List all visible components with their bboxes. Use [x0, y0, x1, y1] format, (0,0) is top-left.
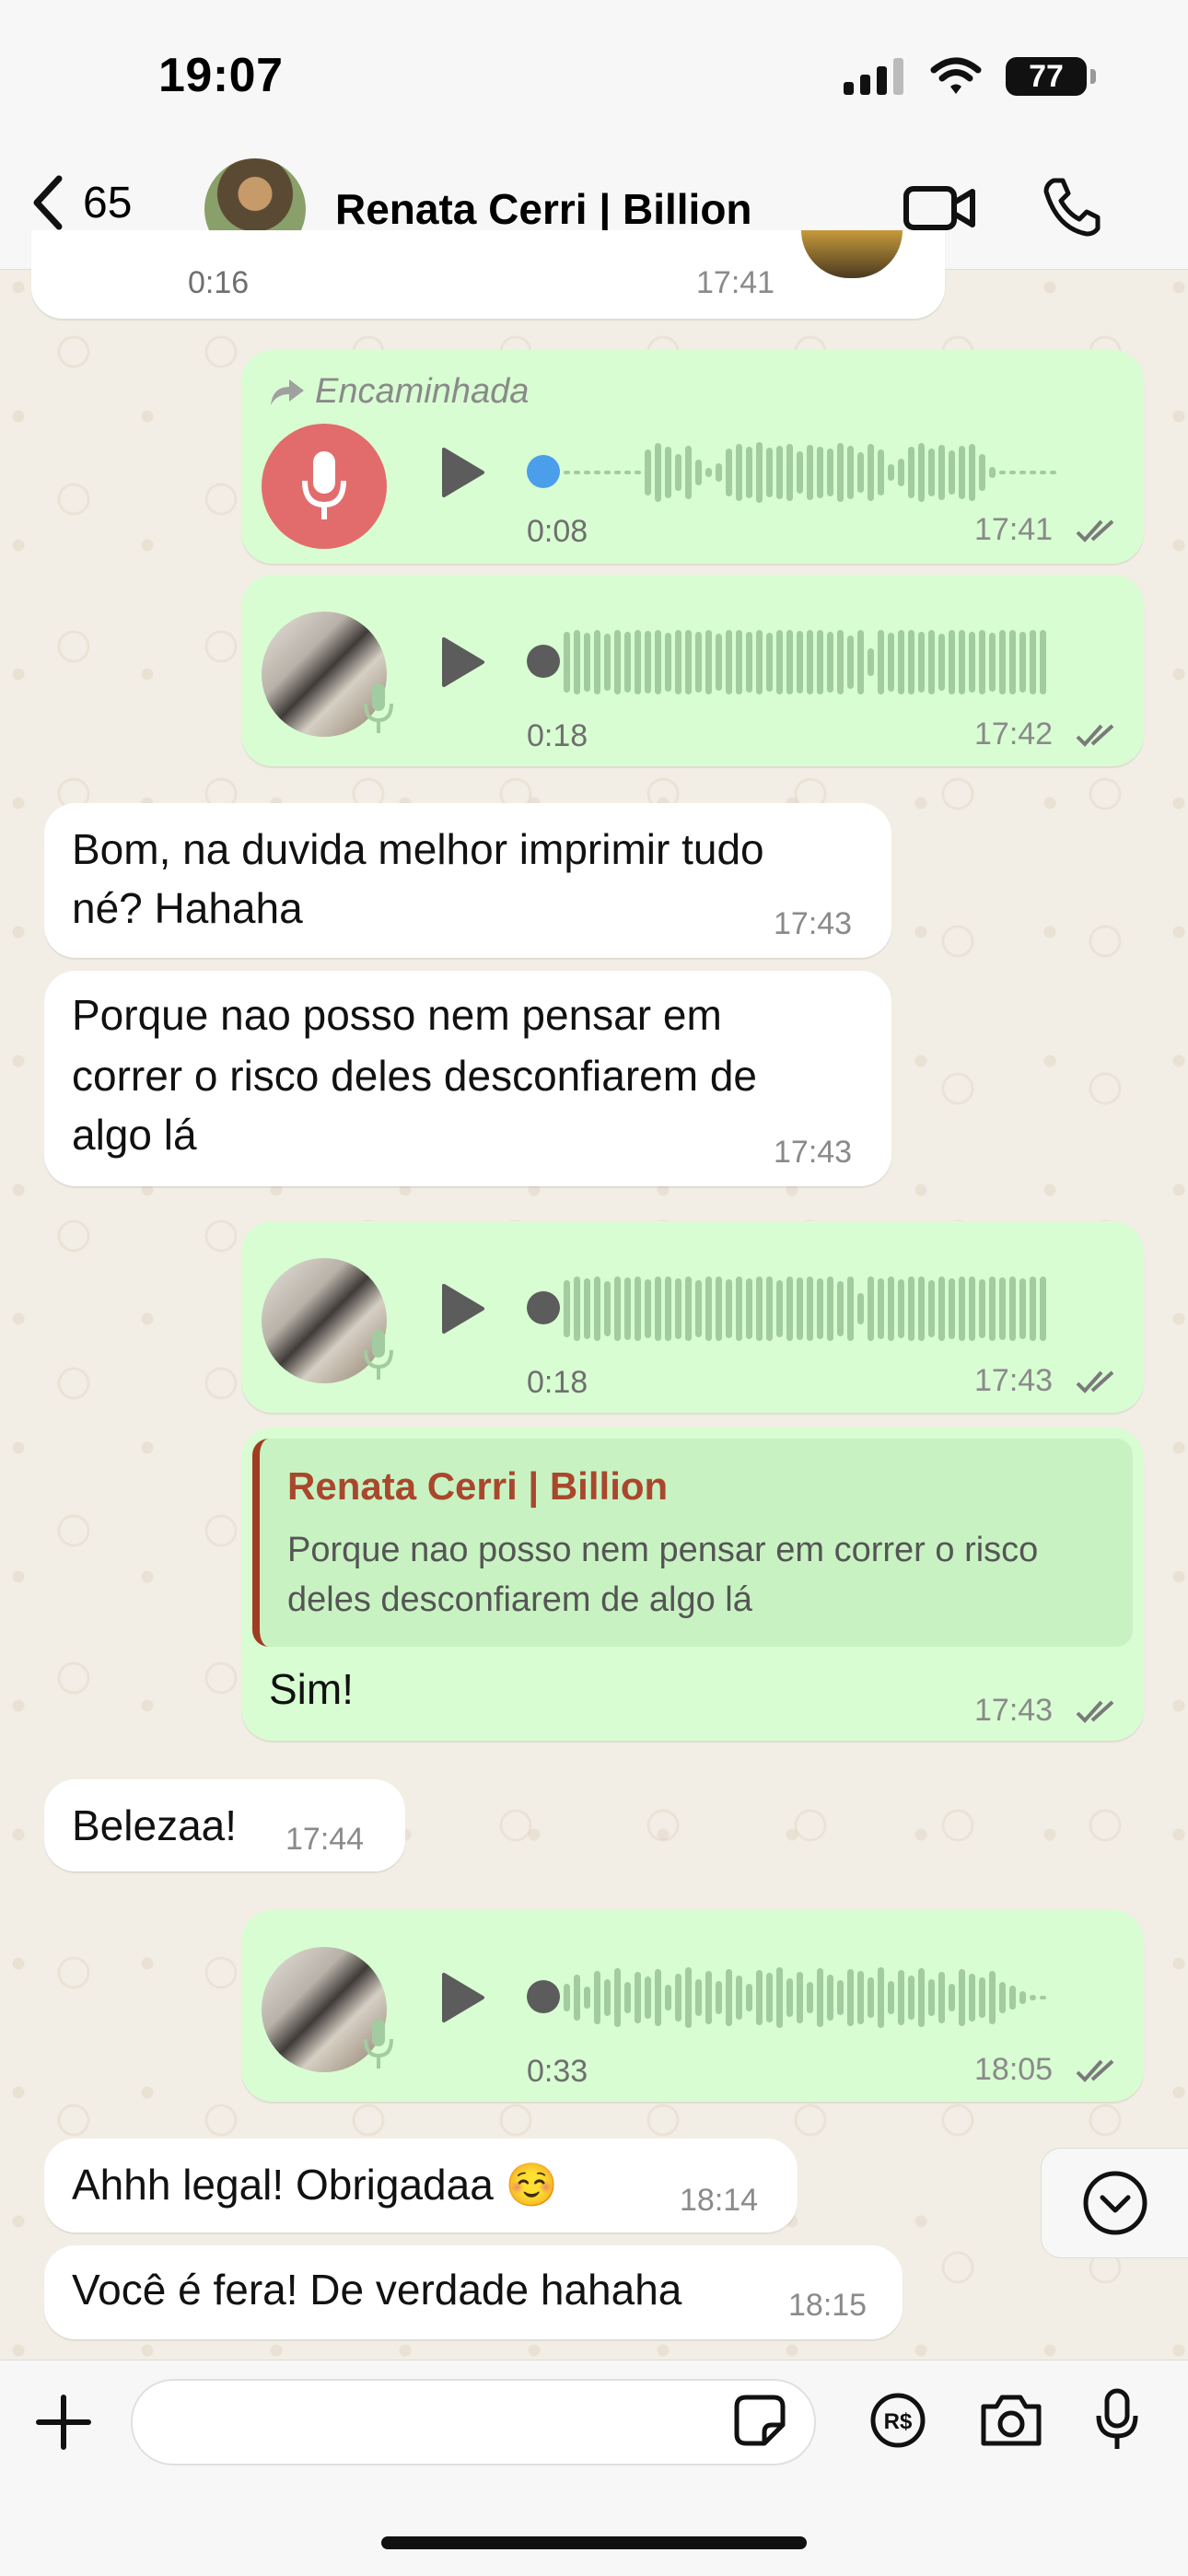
- playback-position[interactable]: [527, 455, 560, 488]
- text-message-incoming[interactable]: Belezaa! 17:44: [44, 1779, 405, 1871]
- message-time: 17:41: [696, 265, 775, 300]
- message-text: Sim!: [269, 1665, 354, 1713]
- mic-icon: [302, 451, 346, 519]
- message-text-line: correr o risco deles desconfiarem de: [72, 1052, 757, 1100]
- message-text: Você é fera! De verdade hahaha: [72, 2266, 682, 2314]
- message-time: 17:41: [974, 512, 1054, 547]
- playback-position[interactable]: [527, 1980, 560, 2013]
- double-check-icon: [1076, 724, 1114, 747]
- message-time: 17:44: [285, 1822, 365, 1857]
- mic-icon: [364, 1330, 393, 1380]
- voice-duration: 0:08: [527, 514, 588, 549]
- message-text-line: Bom, na duvida melhor imprimir tudo: [72, 825, 764, 873]
- chevron-down-icon: [1083, 2171, 1147, 2235]
- message-time: 17:43: [974, 1693, 1054, 1728]
- voice-message-outgoing[interactable]: 0:18 17:43: [241, 1221, 1144, 1413]
- home-indicator[interactable]: [381, 2536, 807, 2549]
- playback-position[interactable]: [527, 645, 560, 678]
- message-time: 18:14: [680, 2183, 759, 2218]
- message-input[interactable]: [131, 2379, 816, 2465]
- play-icon[interactable]: [440, 446, 486, 499]
- message-time: 17:43: [774, 1135, 853, 1170]
- wifi-icon: [930, 57, 982, 94]
- voice-duration: 0:16: [188, 265, 250, 300]
- double-check-icon: [1076, 519, 1114, 542]
- quoted-message[interactable]: Renata Cerri | Billion Porque nao posso …: [252, 1439, 1133, 1647]
- message-text-line: Porque nao posso nem pensar em: [72, 991, 722, 1039]
- mic-icon[interactable]: [1094, 2388, 1140, 2453]
- playback-position[interactable]: [527, 1291, 560, 1324]
- sender-avatar: [801, 230, 903, 278]
- voice-duration: 0:18: [527, 1365, 588, 1400]
- message-time: 18:05: [974, 2052, 1054, 2087]
- double-check-icon: [1076, 2059, 1114, 2082]
- message-time: 17:43: [974, 1363, 1054, 1398]
- status-icons: 77: [844, 57, 1096, 96]
- reply-message-outgoing[interactable]: Renata Cerri | Billion Porque nao posso …: [241, 1428, 1144, 1741]
- message-text-line: né? Hahaha: [72, 884, 303, 932]
- message-time: 18:15: [788, 2288, 868, 2323]
- message-text-line: algo lá: [72, 1111, 197, 1159]
- voice-message-forwarded[interactable]: Encaminhada 0:08 17:41: [241, 350, 1144, 564]
- forwarded-label: Encaminhada: [269, 372, 529, 412]
- double-check-icon: [1076, 1700, 1114, 1723]
- voice-message-outgoing[interactable]: 0:18 17:42: [241, 575, 1144, 766]
- quoted-text: Porque nao posso nem pensar em correr o …: [287, 1525, 1116, 1625]
- pix-payment-icon[interactable]: R$: [869, 2392, 926, 2449]
- voice-waveform[interactable]: [564, 1965, 1046, 2030]
- play-icon[interactable]: [440, 635, 486, 689]
- message-text: Belezaa!: [72, 1801, 238, 1849]
- contact-name[interactable]: Renata Cerri | Billion: [335, 184, 752, 234]
- text-message-incoming[interactable]: Ahhh legal! Obrigadaa ☺️ 18:14: [44, 2139, 798, 2232]
- voice-duration: 0:33: [527, 2054, 588, 2089]
- cellular-signal-icon: [844, 58, 903, 95]
- voice-waveform[interactable]: [564, 1276, 1046, 1341]
- quoted-text-line: deles desconfiarem de algo lá: [287, 1580, 752, 1619]
- unread-count: 65: [83, 178, 133, 227]
- double-check-icon: [1076, 1370, 1114, 1393]
- voice-message-outgoing[interactable]: 0:33 18:05: [241, 1910, 1144, 2102]
- battery-indicator: 77: [1006, 57, 1096, 96]
- camera-icon[interactable]: [978, 2392, 1044, 2449]
- scroll-to-bottom-button[interactable]: [1041, 2148, 1188, 2258]
- play-icon[interactable]: [440, 1282, 486, 1335]
- mic-icon: [364, 2019, 393, 2069]
- back-button[interactable]: 65: [31, 175, 132, 230]
- battery-level: 77: [1029, 58, 1064, 94]
- play-icon[interactable]: [440, 1971, 486, 2024]
- phone-icon[interactable]: [1039, 175, 1103, 239]
- message-text: Ahhh legal! Obrigadaa ☺️: [72, 2161, 558, 2209]
- status-time: 19:07: [158, 49, 284, 102]
- chevron-left-icon: [33, 175, 63, 230]
- text-message-incoming[interactable]: Bom, na duvida melhor imprimir tudo né? …: [44, 803, 891, 958]
- voice-waveform[interactable]: [564, 440, 1056, 505]
- message-time: 17:43: [774, 906, 853, 941]
- mic-icon: [364, 683, 393, 733]
- voice-waveform[interactable]: [564, 630, 1046, 694]
- text-message-incoming[interactable]: Você é fera! De verdade hahaha 18:15: [44, 2245, 903, 2339]
- forward-arrow-icon: [271, 379, 304, 405]
- quoted-text-line: Porque nao posso nem pensar em correr o …: [287, 1531, 1039, 1569]
- voice-message-incoming[interactable]: 0:16 17:41: [31, 230, 945, 319]
- message-time: 17:42: [974, 717, 1054, 752]
- voice-duration: 0:18: [527, 718, 588, 753]
- sticker-icon[interactable]: [733, 2394, 786, 2447]
- plus-icon[interactable]: [35, 2394, 92, 2451]
- quoted-author: Renata Cerri | Billion: [287, 1464, 669, 1508]
- svg-text:R$: R$: [884, 2409, 913, 2434]
- status-bar: 19:07 77: [0, 0, 1188, 157]
- text-message-incoming[interactable]: Porque nao posso nem pensar em correr o …: [44, 971, 891, 1186]
- voice-note-mic: [262, 424, 387, 549]
